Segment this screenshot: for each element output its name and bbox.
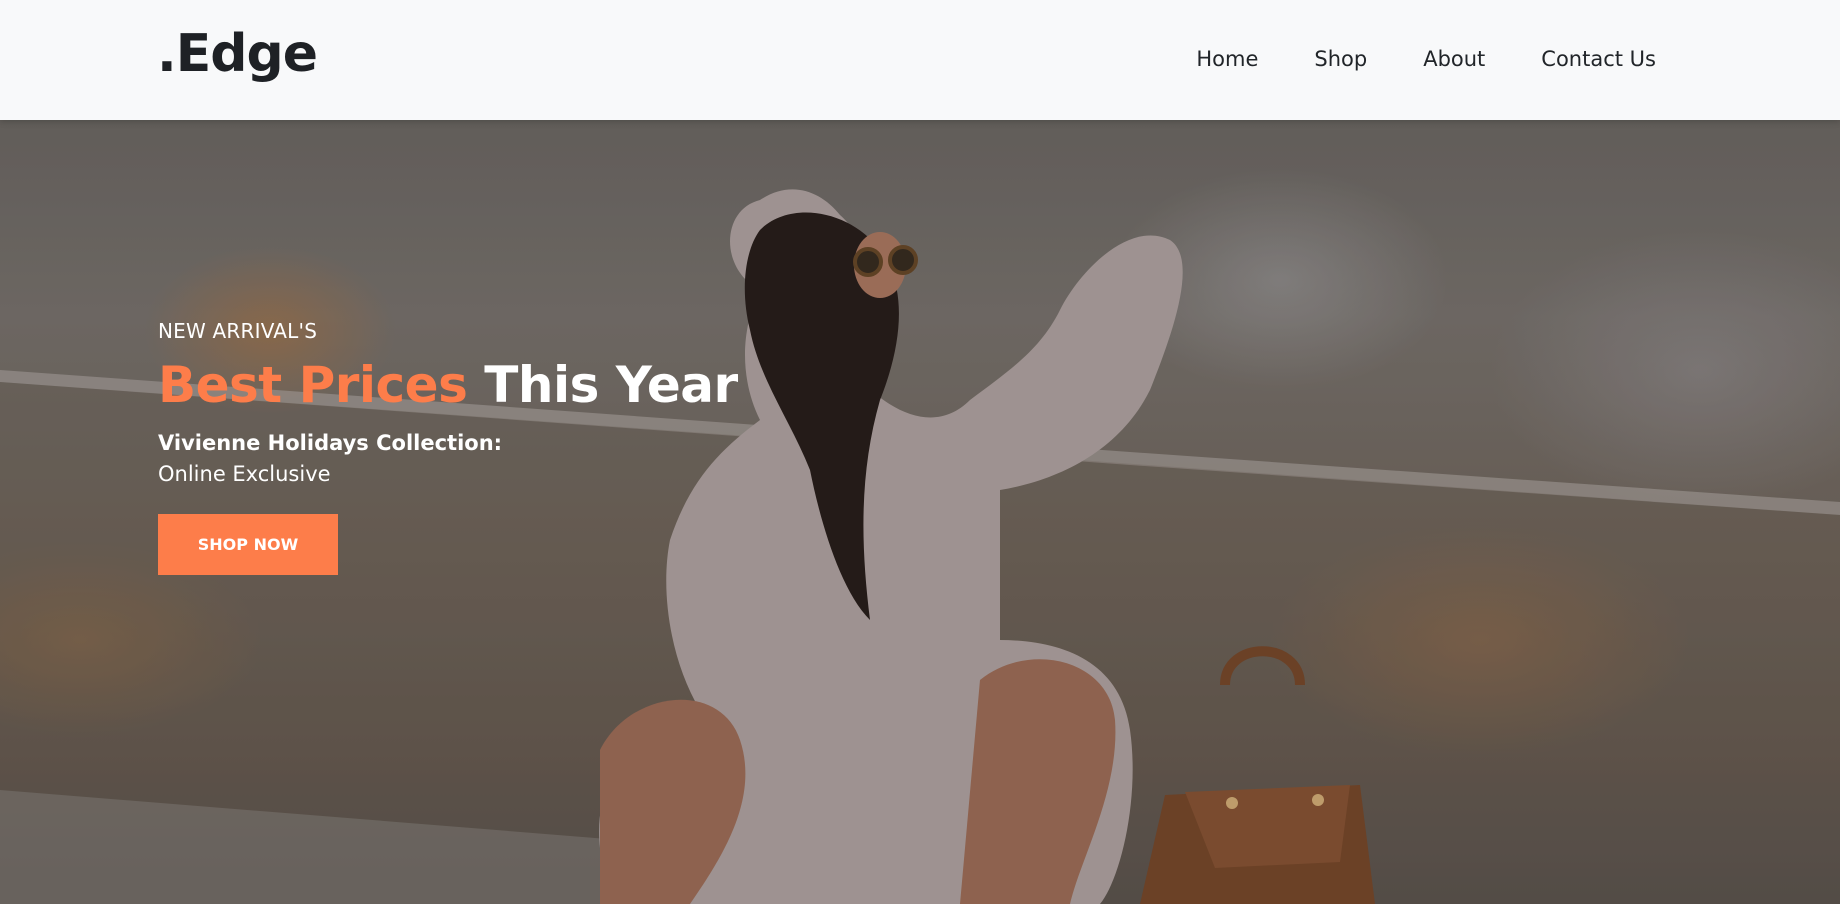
- shop-now-button[interactable]: SHOP NOW: [158, 514, 338, 575]
- nav-link-about[interactable]: About: [1423, 47, 1485, 71]
- nav-menu: Home Shop About Contact Us: [1196, 43, 1656, 75]
- navbar: .Edge Home Shop About Contact Us: [0, 0, 1840, 120]
- nav-link-shop[interactable]: Shop: [1314, 47, 1367, 71]
- nav-link-home[interactable]: Home: [1196, 47, 1258, 71]
- nav-item-contact: Contact Us: [1541, 43, 1656, 75]
- hero-banner: NEW ARRIVAL'S Best Prices This Year Vivi…: [0, 120, 1840, 904]
- hero-subheading: Online Exclusive: [158, 462, 331, 486]
- headline-rest: This Year: [484, 356, 738, 414]
- hero-subheading-bold: Vivienne Holidays Collection:: [158, 431, 503, 455]
- nav-item-shop: Shop: [1314, 43, 1367, 75]
- nav-link-contact-us[interactable]: Contact Us: [1541, 47, 1656, 71]
- hero-headline: Best Prices This Year: [158, 354, 738, 416]
- hero-eyebrow: NEW ARRIVAL'S: [158, 319, 318, 343]
- hero-content: NEW ARRIVAL'S Best Prices This Year Vivi…: [158, 316, 738, 575]
- nav-item-about: About: [1423, 43, 1485, 75]
- headline-accent: Best Prices: [158, 356, 468, 414]
- nav-item-home: Home: [1196, 43, 1258, 75]
- brand-logo[interactable]: .Edge: [157, 22, 318, 86]
